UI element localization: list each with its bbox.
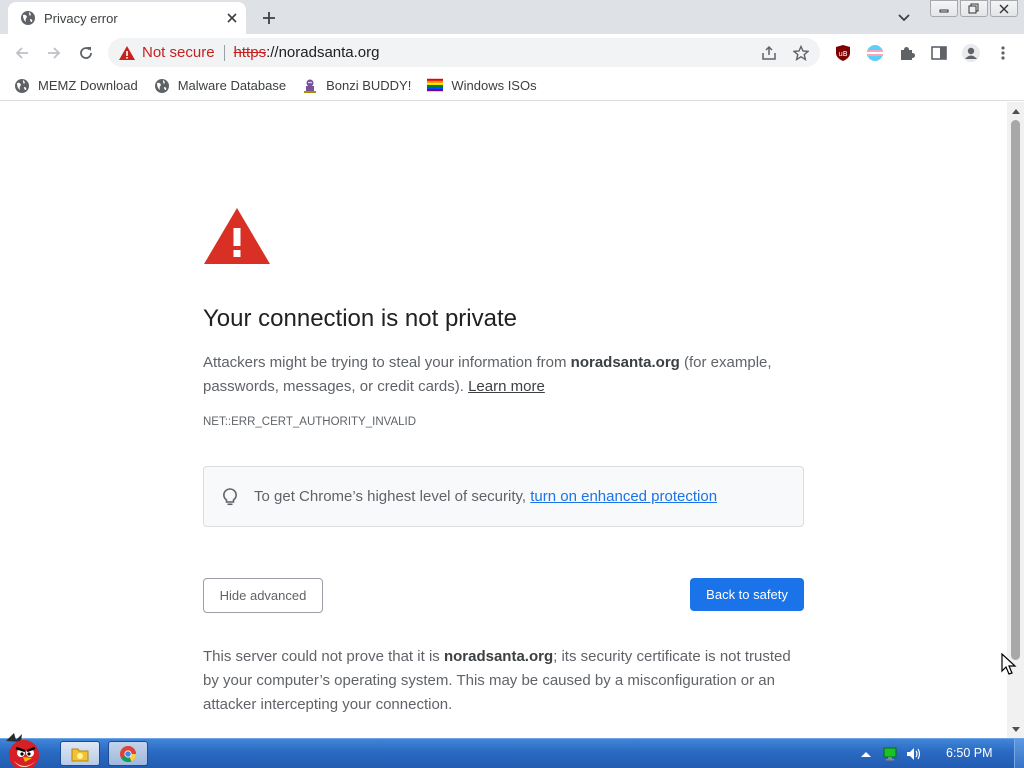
chrome-icon bbox=[120, 745, 136, 762]
globe-icon bbox=[154, 78, 170, 94]
menu-dots-icon[interactable] bbox=[992, 42, 1014, 64]
back-button[interactable] bbox=[10, 41, 34, 65]
bookmark-windows-isos[interactable]: Windows ISOs bbox=[427, 78, 537, 94]
page-title: Your connection is not private bbox=[203, 305, 517, 332]
hide-advanced-button[interactable]: Hide advanced bbox=[203, 578, 323, 613]
taskbar: 6:50 PM bbox=[0, 733, 1024, 768]
address-bar[interactable]: Not secure https://noradsanta.org bbox=[108, 38, 820, 67]
learn-more-link[interactable]: Learn more bbox=[468, 378, 545, 395]
globe-icon bbox=[14, 78, 30, 94]
star-icon[interactable] bbox=[790, 42, 812, 64]
close-window-button[interactable] bbox=[990, 0, 1018, 17]
enhanced-protection-link[interactable]: turn on enhanced protection bbox=[530, 488, 717, 505]
scroll-down-icon[interactable] bbox=[1007, 721, 1024, 738]
profile-avatar[interactable] bbox=[960, 42, 982, 64]
bookmark-bonzi-buddy[interactable]: Bonzi BUDDY! bbox=[302, 78, 411, 94]
chevron-up-icon[interactable] bbox=[858, 746, 874, 762]
bookmark-label: MEMZ Download bbox=[38, 78, 138, 93]
system-tray bbox=[858, 739, 930, 768]
chevron-down-icon[interactable] bbox=[894, 8, 914, 28]
warning-icon[interactable] bbox=[118, 44, 136, 62]
close-icon[interactable] bbox=[222, 8, 242, 28]
restore-button[interactable] bbox=[960, 0, 988, 17]
url-host: ://noradsanta.org bbox=[266, 44, 380, 61]
volume-icon[interactable] bbox=[906, 746, 922, 762]
start-button[interactable] bbox=[0, 731, 50, 768]
vertical-scrollbar[interactable] bbox=[1007, 102, 1024, 738]
not-secure-label[interactable]: Not secure bbox=[142, 44, 215, 61]
window-controls bbox=[928, 0, 1018, 17]
domain-name: noradsanta.org bbox=[570, 354, 680, 371]
svg-text:uB: uB bbox=[838, 50, 847, 58]
tab-title: Privacy error bbox=[44, 10, 118, 26]
advanced-details: This server could not prove that it is n… bbox=[203, 648, 791, 713]
tab-privacy-error[interactable]: Privacy error bbox=[8, 2, 246, 34]
page-content: Your connection is not private Attackers… bbox=[0, 102, 1007, 738]
url-text[interactable]: https://noradsanta.org bbox=[234, 44, 380, 61]
minimize-button[interactable] bbox=[930, 0, 958, 17]
trans-flag-extension-icon[interactable] bbox=[864, 42, 886, 64]
mouse-cursor-icon bbox=[1001, 653, 1017, 675]
warning-icon bbox=[204, 208, 270, 264]
taskbar-clock[interactable]: 6:50 PM bbox=[946, 746, 993, 760]
share-icon[interactable] bbox=[758, 42, 780, 64]
puzzle-icon[interactable] bbox=[896, 42, 918, 64]
url-scheme: https bbox=[233, 44, 267, 61]
bookmark-label: Bonzi BUDDY! bbox=[326, 78, 412, 93]
divider bbox=[223, 44, 225, 61]
bookmark-malware-database[interactable]: Malware Database bbox=[154, 78, 286, 94]
enhanced-protection-text: To get Chrome’s highest level of securit… bbox=[254, 488, 718, 505]
domain-name: noradsanta.org bbox=[443, 648, 554, 665]
folder-icon bbox=[71, 748, 89, 761]
bookmark-label: Malware Database bbox=[177, 78, 287, 93]
enhanced-protection-box: To get Chrome’s highest level of securit… bbox=[203, 466, 804, 527]
forward-button[interactable] bbox=[42, 41, 66, 65]
bookmark-label: Windows ISOs bbox=[451, 78, 537, 93]
scrollbar-thumb[interactable] bbox=[1011, 120, 1020, 660]
toolbar: Not secure https://noradsanta.org uB bbox=[0, 34, 1024, 71]
taskbar-explorer[interactable] bbox=[60, 741, 100, 766]
show-desktop-button[interactable] bbox=[1014, 739, 1024, 768]
network-icon[interactable] bbox=[882, 746, 898, 762]
back-to-safety-button[interactable]: Back to safety bbox=[690, 578, 804, 611]
warning-description: Attackers might be trying to steal your … bbox=[203, 354, 772, 395]
bookmarks-bar: MEMZ Download Malware Database Bonzi BUD… bbox=[0, 71, 1024, 101]
angry-bird-icon bbox=[6, 733, 39, 768]
reload-button[interactable] bbox=[74, 41, 98, 65]
rainbow-flag-icon bbox=[427, 78, 444, 94]
ublock-icon[interactable]: uB bbox=[832, 42, 854, 64]
arrow-left-icon bbox=[15, 47, 28, 59]
title-bar: Privacy error bbox=[0, 0, 1024, 34]
scroll-up-icon[interactable] bbox=[1007, 102, 1024, 119]
reload-icon bbox=[80, 47, 92, 59]
error-code: NET::ERR_CERT_AUTHORITY_INVALID bbox=[203, 416, 417, 428]
bonzi-icon bbox=[302, 78, 318, 94]
globe-icon bbox=[20, 10, 36, 26]
new-tab-button[interactable] bbox=[258, 7, 280, 29]
lightbulb-icon bbox=[220, 487, 240, 507]
taskbar-chrome[interactable] bbox=[108, 741, 148, 766]
arrow-right-icon bbox=[48, 47, 61, 59]
bookmark-memz[interactable]: MEMZ Download bbox=[14, 78, 138, 94]
side-panel-icon[interactable] bbox=[928, 42, 950, 64]
